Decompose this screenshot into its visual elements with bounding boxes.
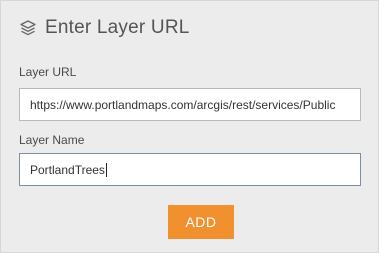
layer-url-label: Layer URL xyxy=(19,65,77,79)
layer-url-value: https://www.portlandmaps.com/arcgis/rest… xyxy=(30,97,336,112)
layer-url-input[interactable]: https://www.portlandmaps.com/arcgis/rest… xyxy=(19,88,361,121)
panel-header: Enter Layer URL xyxy=(19,17,190,39)
text-caret xyxy=(105,162,107,177)
layer-name-input[interactable]: PortlandTrees xyxy=(19,153,361,186)
enter-layer-url-panel: Enter Layer URL Layer URL https://www.po… xyxy=(0,0,379,253)
add-button[interactable]: ADD xyxy=(168,205,234,239)
layer-name-label: Layer Name xyxy=(19,133,85,147)
layers-icon xyxy=(19,19,37,37)
panel-title: Enter Layer URL xyxy=(45,17,190,38)
layer-name-value: PortlandTrees xyxy=(30,162,105,177)
